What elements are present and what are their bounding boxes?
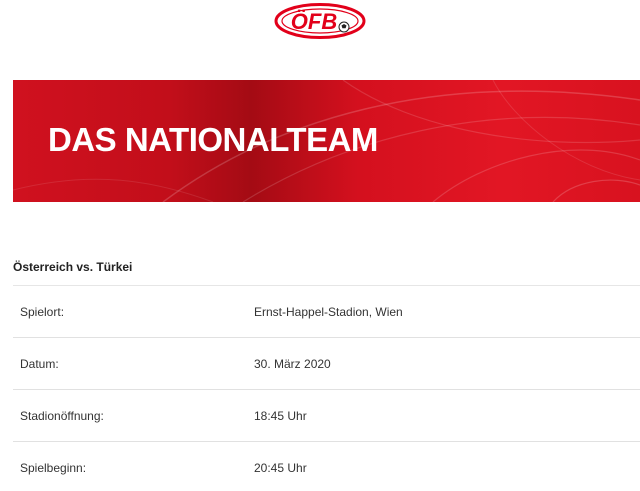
date-label: Datum: (20, 357, 59, 371)
table-row: Spielort: Ernst-Happel-Stadion, Wien (13, 285, 640, 337)
logo-text: ÖFB (291, 9, 338, 34)
header: ÖFB (0, 0, 640, 44)
table-row: Spielbeginn: 20:45 Uhr (13, 441, 640, 491)
match-title: Österreich vs. Türkei (13, 260, 133, 274)
stadium-opening-value: 18:45 Uhr (254, 409, 307, 423)
stadium-opening-label: Stadionöffnung: (20, 409, 104, 423)
date-value: 30. März 2020 (254, 357, 331, 371)
match-details-table: Spielort: Ernst-Happel-Stadion, Wien Dat… (13, 285, 640, 491)
kickoff-value: 20:45 Uhr (254, 461, 307, 475)
venue-value: Ernst-Happel-Stadion, Wien (254, 305, 403, 319)
national-team-banner[interactable]: DAS NATIONALTEAM (13, 80, 640, 202)
kickoff-label: Spielbeginn: (20, 461, 87, 475)
banner-title: DAS NATIONALTEAM (48, 121, 378, 158)
newsletter-page: ÖFB DAS NATIONALTEAM Österreich vs. Türk… (0, 0, 640, 491)
table-row: Datum: 30. März 2020 (13, 337, 640, 389)
oefb-logo[interactable]: ÖFB (274, 3, 366, 39)
venue-label: Spielort: (20, 305, 65, 319)
table-row: Stadionöffnung: 18:45 Uhr (13, 389, 640, 441)
